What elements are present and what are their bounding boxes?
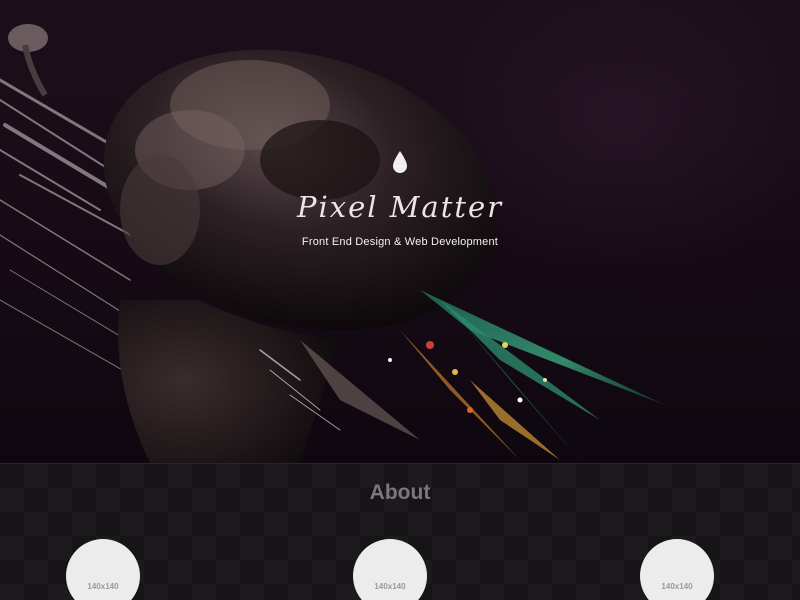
- placeholder-image: 140x140: [640, 539, 714, 600]
- placeholder-label: 140x140: [87, 582, 119, 591]
- hero-section: Pixel Matter Front End Design & Web Deve…: [0, 0, 800, 463]
- placeholder-image: 140x140: [353, 539, 427, 600]
- placeholder-label: 140x140: [661, 582, 693, 591]
- brand-block: Pixel Matter Front End Design & Web Deve…: [0, 150, 800, 248]
- droplet-icon: [393, 151, 407, 173]
- about-heading: About: [369, 481, 431, 504]
- placeholder-label: 140x140: [374, 582, 406, 591]
- site-tagline: Front End Design & Web Development: [301, 236, 499, 248]
- placeholder-image: 140x140: [66, 539, 140, 600]
- about-section: About 140x140 140x140 140x140: [0, 463, 800, 600]
- site-title: Pixel Matter: [296, 190, 504, 224]
